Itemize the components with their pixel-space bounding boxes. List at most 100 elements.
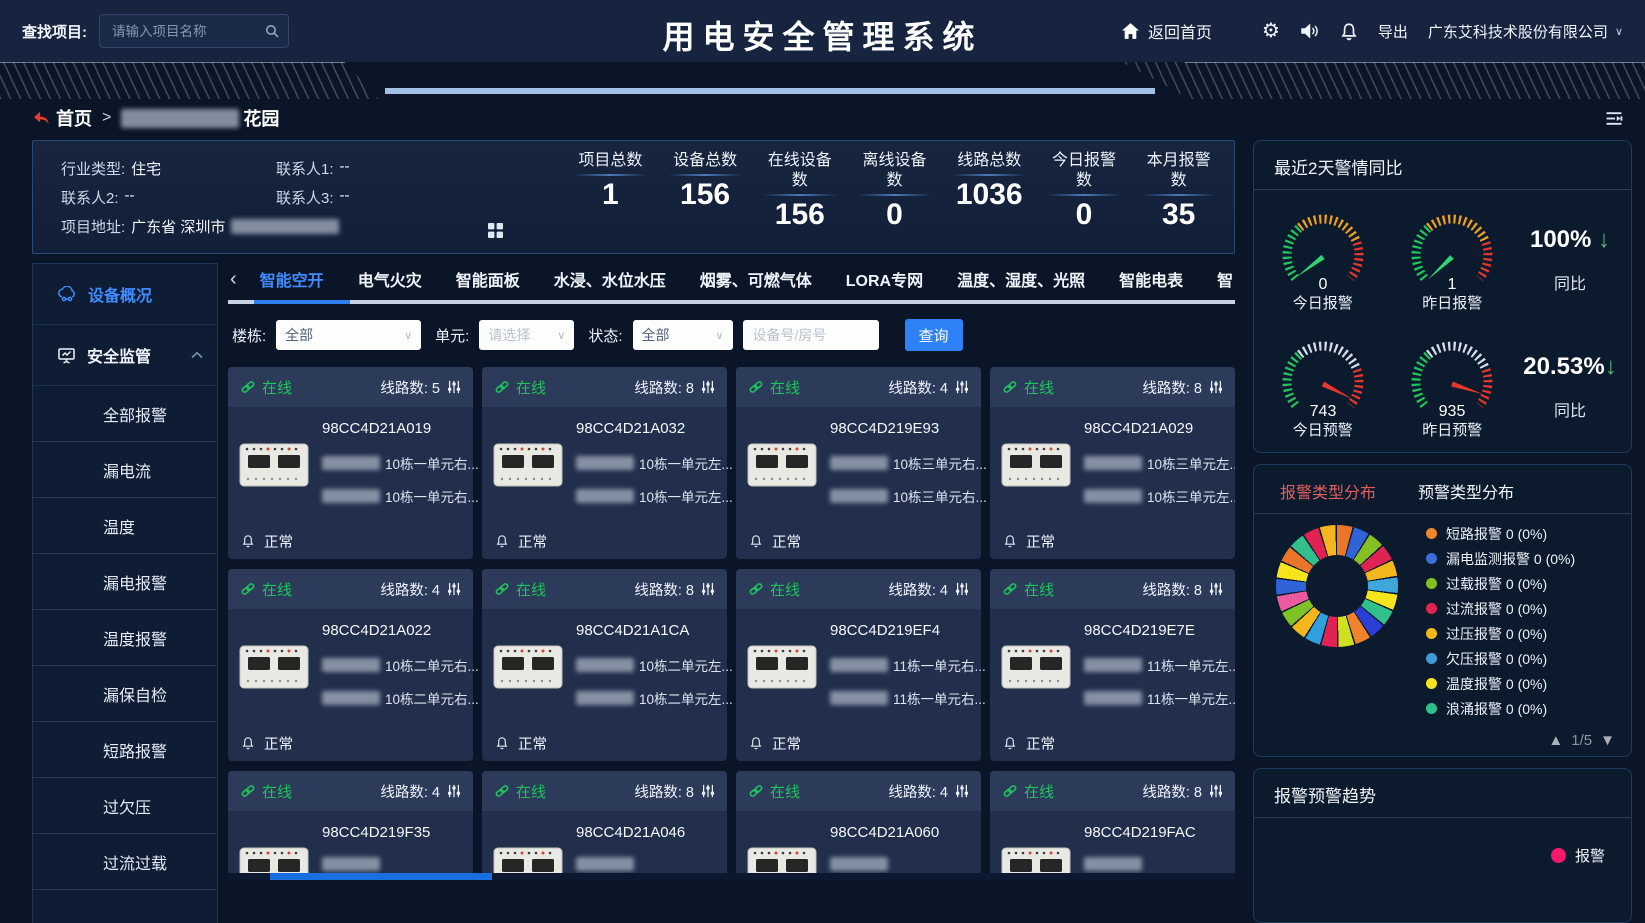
stat-label: 本月报警数 [1145, 151, 1213, 191]
sidebar-subitem[interactable]: 温度报警 [33, 610, 217, 666]
sidebar-subitem[interactable]: 漏电报警 [33, 554, 217, 610]
sliders-icon[interactable] [447, 784, 461, 798]
unit-select[interactable]: 请选择∨ [479, 320, 574, 350]
device-card[interactable]: 在线线路数: 498CC4D21A060 [736, 771, 981, 880]
grid-view-icon[interactable] [488, 223, 503, 238]
export-button[interactable]: 导出 [1378, 21, 1408, 42]
device-card[interactable]: 在线线路数: 898CC4D219E7E11栋一单元左...11栋一单元左...… [990, 569, 1235, 761]
sidebar-subitem[interactable]: 漏保自检 [33, 666, 217, 722]
breaker-image [238, 641, 310, 693]
horizontal-scrollbar-track[interactable] [228, 873, 1235, 880]
sliders-icon[interactable] [955, 380, 969, 394]
online-label: 在线 [262, 781, 292, 802]
tabs-scrollbar-track[interactable] [228, 300, 1235, 304]
tab-device-type[interactable]: 温度、湿度、光照 [940, 267, 1102, 291]
status-select[interactable]: 全部∨ [633, 320, 733, 350]
search-icon[interactable] [264, 23, 280, 39]
device-card-header: 在线线路数: 4 [228, 771, 473, 811]
device-card-header: 在线线路数: 8 [990, 569, 1235, 609]
tab-device-type[interactable]: 烟雾、可燃气体 [683, 267, 829, 291]
company-name: 广东艾科技术股份有限公司 [1428, 21, 1608, 42]
breaker-image [492, 641, 564, 693]
device-card[interactable]: 在线线路数: 598CC4D21A01910栋一单元右...10栋一单元右...… [228, 367, 473, 559]
sliders-icon[interactable] [701, 582, 715, 596]
pager-up-icon[interactable]: ▲ [1548, 732, 1563, 749]
device-card[interactable]: 在线线路数: 898CC4D21A1CA10栋二单元左...10栋二单元左...… [482, 569, 727, 761]
sidebar-subitem[interactable]: 温度 [33, 498, 217, 554]
device-card[interactable]: 在线线路数: 898CC4D21A03210栋一单元左...10栋一单元左...… [482, 367, 727, 559]
speaker-icon[interactable] [1300, 22, 1320, 40]
back-home-label: 返回首页 [1148, 19, 1212, 43]
building-select[interactable]: 全部∨ [276, 320, 421, 350]
device-card[interactable]: 在线线路数: 898CC4D21A046 [482, 771, 727, 880]
back-home-button[interactable]: 返回首页 [1121, 19, 1212, 43]
collapse-panel-icon[interactable] [1603, 110, 1625, 127]
sliders-icon[interactable] [1209, 380, 1223, 394]
sliders-icon[interactable] [1209, 582, 1223, 596]
sliders-icon[interactable] [447, 380, 461, 394]
tab-device-type[interactable]: 智能面板 [439, 267, 537, 291]
unit-filter-label: 单元: [435, 325, 469, 346]
device-address: 10栋一单元左... [576, 453, 733, 473]
gauge-label: 昨日预警 [1393, 419, 1511, 440]
industry-label: 行业类型: [61, 158, 125, 179]
horizontal-scrollbar-thumb[interactable] [270, 873, 492, 880]
sidebar-subitems: 全部报警漏电流温度漏电报警温度报警漏保自检短路报警过欠压过流过载 [33, 386, 217, 890]
stat-value: 35 [1162, 198, 1195, 232]
sidebar-subitem[interactable]: 过流过载 [33, 834, 217, 890]
stat-value: 0 [886, 198, 903, 232]
device-card[interactable]: 在线线路数: 898CC4D219FAC [990, 771, 1235, 880]
sidebar-subitem[interactable]: 全部报警 [33, 386, 217, 442]
device-card-footer: 正常 [990, 725, 1235, 761]
tab-device-type-partial[interactable]: 智 [1200, 267, 1235, 291]
sidebar-item-safety-monitor[interactable]: 安全监管 [33, 325, 217, 386]
device-card[interactable]: 在线线路数: 498CC4D21A02210栋二单元右...10栋二单元右...… [228, 569, 473, 761]
online-label: 在线 [1024, 781, 1054, 802]
tab-device-type[interactable]: 智能空开 [243, 267, 341, 291]
sliders-icon[interactable] [447, 582, 461, 596]
legend-item: 过载报警 0 (0%) [1426, 571, 1575, 596]
device-card-footer: 正常 [736, 523, 981, 559]
project-search-input[interactable] [100, 15, 288, 47]
stat-item: 线路总数1036 [942, 151, 1037, 247]
device-card[interactable]: 在线线路数: 498CC4D219F35 [228, 771, 473, 880]
sliders-icon[interactable] [955, 784, 969, 798]
tabs-scroll-left-icon[interactable]: ‹ [228, 268, 243, 291]
device-card[interactable]: 在线线路数: 898CC4D21A02910栋三单元左...10栋三单元左...… [990, 367, 1235, 559]
contact2-value: -- [125, 187, 135, 208]
notification-bell-icon[interactable] [1340, 22, 1358, 41]
tabs-scrollbar-thumb[interactable] [254, 300, 350, 304]
device-id: 98CC4D219E7E [1084, 622, 1195, 639]
tab-alarm-distribution[interactable]: 报警类型分布 [1280, 479, 1376, 503]
stat-underline [1047, 194, 1121, 196]
lines-text: 线路数: 8 [1142, 377, 1202, 398]
company-dropdown[interactable]: 广东艾科技术股份有限公司 ∨ [1428, 21, 1623, 42]
sidebar-subitem[interactable]: 过欠压 [33, 778, 217, 834]
gauge-label: 今日预警 [1264, 419, 1382, 440]
sidebar-subitem[interactable]: 短路报警 [33, 722, 217, 778]
sliders-icon[interactable] [1209, 784, 1223, 798]
comparison-warning: 20.53%↓同比 [1523, 353, 1616, 421]
contact3-label: 联系人3: [276, 187, 334, 208]
tab-device-type[interactable]: 智能电表 [1102, 267, 1200, 291]
tab-device-type[interactable]: 水浸、水位水压 [537, 267, 683, 291]
tab-device-type[interactable]: LORA专网 [829, 267, 940, 291]
sliders-icon[interactable] [701, 784, 715, 798]
sidebar-subitem[interactable]: 漏电流 [33, 442, 217, 498]
settings-gear-icon[interactable]: ⚙ [1262, 21, 1280, 41]
device-card[interactable]: 在线线路数: 498CC4D219E9310栋三单元右...10栋三单元右...… [736, 367, 981, 559]
sliders-icon[interactable] [701, 380, 715, 394]
device-card-body: 98CC4D219E7E11栋一单元左...11栋一单元左... [990, 609, 1235, 725]
device-address: 11栋一单元右... [830, 655, 986, 675]
address-text: 10栋一单元右... [385, 453, 479, 473]
sidebar-item-device-overview[interactable]: 设备概况 [33, 264, 217, 325]
tab-device-type[interactable]: 电气火灾 [341, 267, 439, 291]
pager-down-icon[interactable]: ▼ [1600, 732, 1615, 749]
device-card[interactable]: 在线线路数: 498CC4D219EF411栋一单元右...11栋一单元右...… [736, 569, 981, 761]
query-button[interactable]: 查询 [905, 319, 963, 351]
device-number-input[interactable] [743, 320, 879, 350]
sliders-icon[interactable] [955, 582, 969, 596]
breadcrumb-home[interactable]: 首页 [32, 105, 92, 131]
device-card-body: 98CC4D21A01910栋一单元右...10栋一单元右... [228, 407, 473, 523]
tab-warning-distribution[interactable]: 预警类型分布 [1418, 479, 1514, 503]
